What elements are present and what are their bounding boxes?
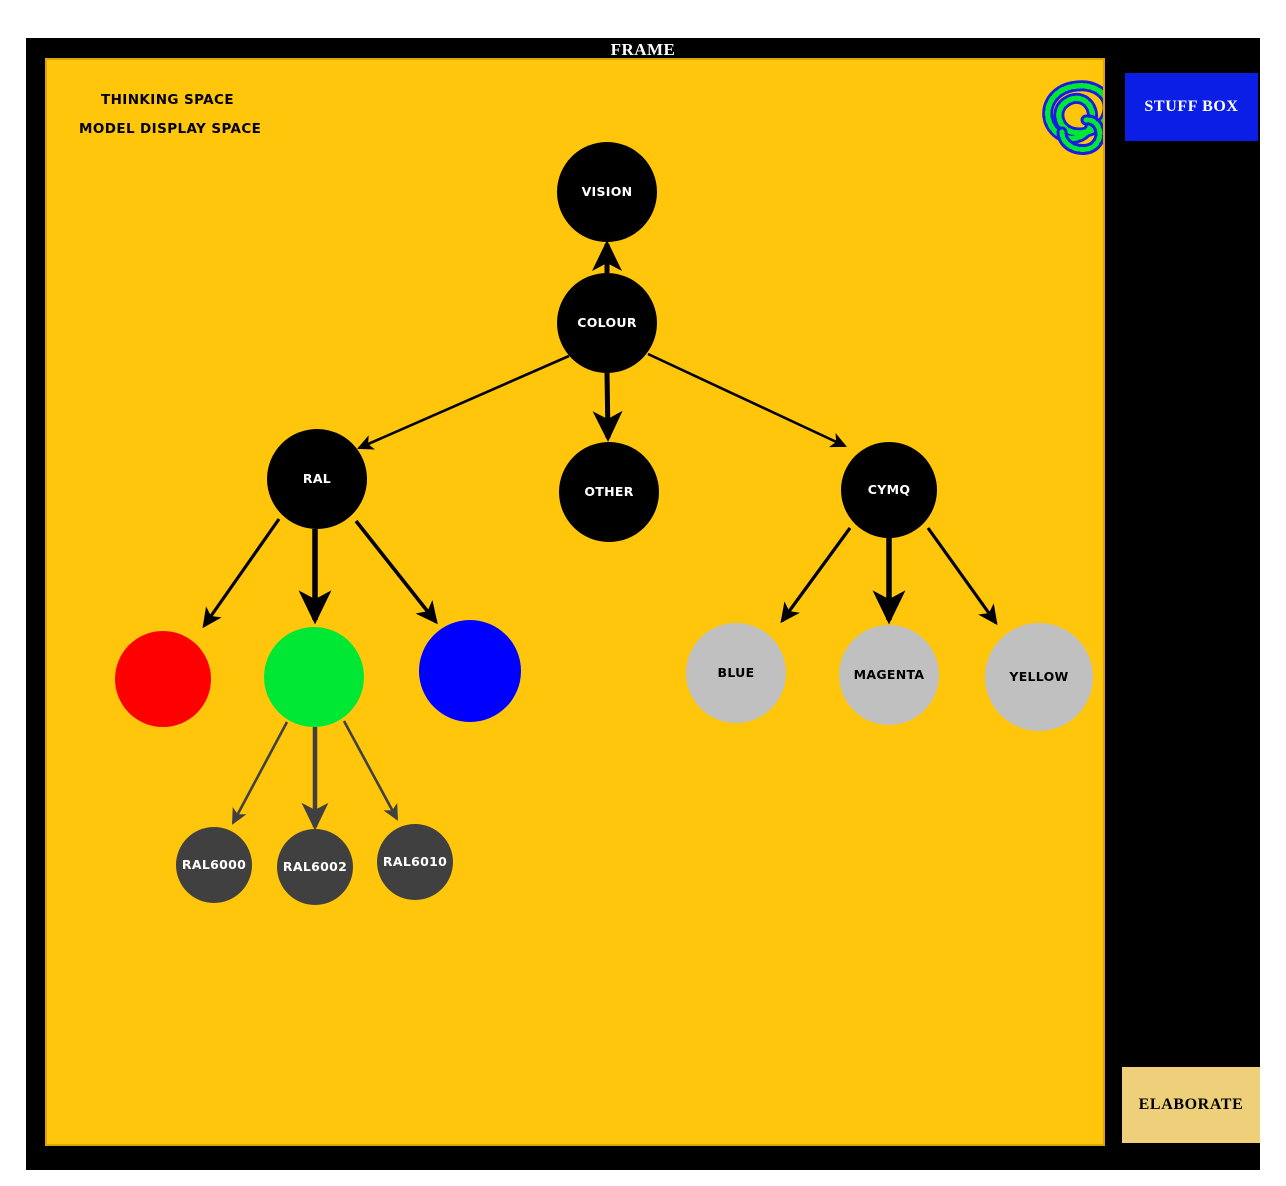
node-ral6010[interactable]: RAL6010 [377,824,453,900]
node-ral6002-label: RAL6002 [282,858,348,874]
stuff-box-button[interactable]: STUFF BOX [1125,73,1258,141]
node-cymq[interactable]: CYMQ [841,442,937,538]
edge-colour-other [592,372,623,442]
node-blue-swatch[interactable] [419,620,521,722]
node-colour-label: COLOUR [577,314,637,330]
elaborate-button[interactable]: ELABORATE [1122,1067,1260,1143]
node-green-swatch[interactable] [264,627,364,727]
model-display-space-label: MODEL DISPLAY SPACE [79,121,262,137]
node-yellow-label: YELLOW [1009,668,1069,684]
node-magenta[interactable]: MAGENTA [839,625,939,725]
node-other[interactable]: OTHER [559,442,659,542]
node-ral6000-label: RAL6000 [181,856,247,872]
node-cymq-label: CYMQ [867,481,911,497]
node-other-label: OTHER [584,483,634,499]
thinking-space-label: THINKING SPACE [101,92,234,108]
edge-ral-red [202,518,281,629]
node-vision-label: VISION [581,183,633,199]
node-ral6002[interactable]: RAL6002 [277,829,353,905]
node-vision[interactable]: VISION [557,142,657,242]
node-ral6000[interactable]: RAL6000 [176,827,252,903]
node-blue[interactable]: BLUE [686,623,786,723]
edge-colour-cymq [647,352,847,448]
edge-green-ral6000 [231,721,289,825]
thinking-space-application: FRAME THINKING SPACE MODEL DISPLAY SPACE [0,0,1286,1186]
node-ral[interactable]: RAL [267,429,367,529]
node-red-swatch[interactable] [115,631,211,727]
node-colour[interactable]: COLOUR [557,273,657,373]
edge-green-ral6010 [342,720,399,821]
node-blue-label: BLUE [717,664,755,680]
model-display-canvas[interactable]: THINKING SPACE MODEL DISPLAY SPACE VISIO… [45,58,1105,1146]
edge-cymq-yellow [926,527,998,626]
node-yellow[interactable]: YELLOW [985,623,1093,731]
frame-title: FRAME [610,40,676,59]
node-magenta-label: MAGENTA [853,666,925,682]
edge-colour-ral [357,354,570,450]
trefoil-knot-logo[interactable] [1032,74,1105,159]
edge-cymq-blue [780,527,852,624]
node-ral-label: RAL [302,470,332,486]
edge-ral-blueral [354,519,438,625]
node-ral6010-label: RAL6010 [382,853,448,869]
